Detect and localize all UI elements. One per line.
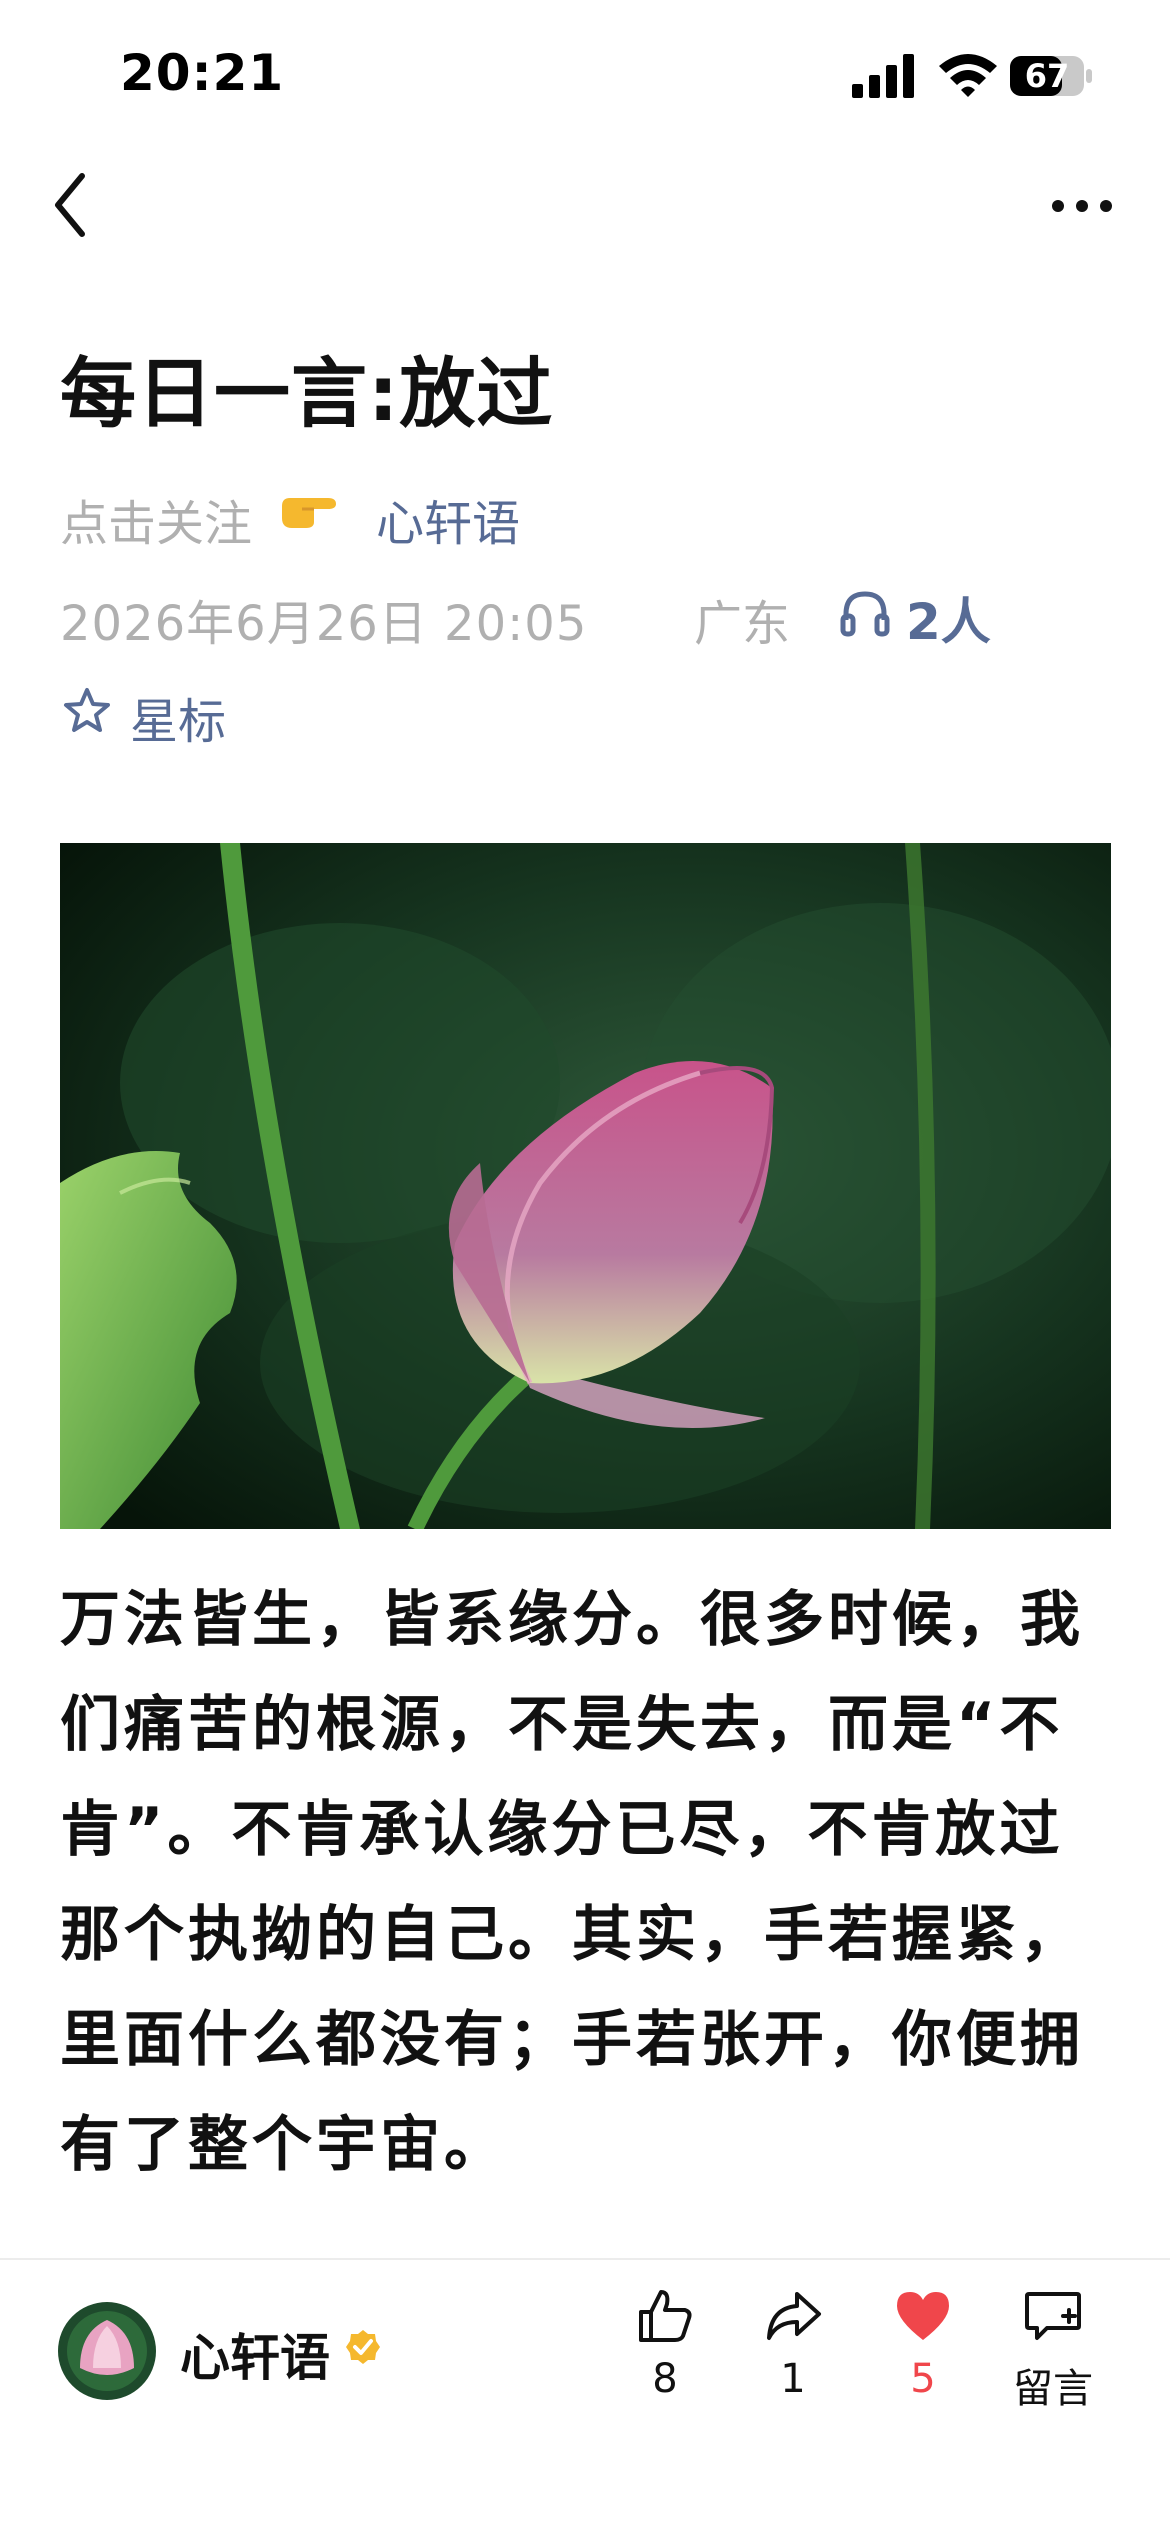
heart-icon: [897, 2292, 949, 2340]
like-button[interactable]: 8: [610, 2286, 720, 2402]
wifi-icon: [939, 54, 997, 97]
recommend-button[interactable]: 5: [868, 2286, 978, 2402]
listener-count[interactable]: 2人: [906, 582, 991, 654]
share-button[interactable]: 1: [738, 2286, 848, 2402]
thumbs-up-icon: [639, 2290, 692, 2342]
verified-badge-icon: [346, 2330, 380, 2364]
comment-icon: [1025, 2292, 1081, 2340]
star-icon[interactable]: [62, 686, 112, 736]
comment-button[interactable]: 留言: [998, 2286, 1108, 2414]
share-arrow-icon: [767, 2292, 821, 2340]
headphones-icon[interactable]: [840, 588, 890, 638]
bottom-divider: [0, 2258, 1170, 2260]
battery-icon: 67: [1010, 56, 1092, 96]
battery-level: 67: [1024, 57, 1070, 95]
lotus-photo: [60, 843, 1111, 1529]
follow-hint[interactable]: 点击关注: [60, 484, 252, 554]
recommend-count: 5: [910, 2356, 936, 2402]
share-count: 1: [780, 2356, 806, 2402]
back-chevron-icon[interactable]: [50, 172, 90, 238]
cellular-signal-icon: [852, 54, 914, 98]
author-avatar[interactable]: [58, 2302, 156, 2400]
status-time: 20:21: [120, 44, 285, 102]
article-body: 万法皆生，皆系缘分。很多时候，我们痛苦的根源，不是失去，而是“不肯”。不肯承认缘…: [60, 1585, 1084, 2180]
comment-label: 留言: [1013, 2366, 1093, 2412]
star-label[interactable]: 星标: [130, 682, 226, 752]
article-title: 每日一言:放过: [60, 349, 554, 438]
like-count: 8: [652, 2356, 678, 2402]
pointing-hand-icon: [282, 498, 336, 528]
author-link[interactable]: 心轩语: [376, 484, 520, 554]
author-name[interactable]: 心轩语: [180, 2318, 330, 2390]
more-options-icon[interactable]: [1050, 196, 1114, 216]
publish-date: 2026年6月26日 20:05: [60, 596, 588, 652]
publish-region: 广东: [694, 596, 791, 652]
